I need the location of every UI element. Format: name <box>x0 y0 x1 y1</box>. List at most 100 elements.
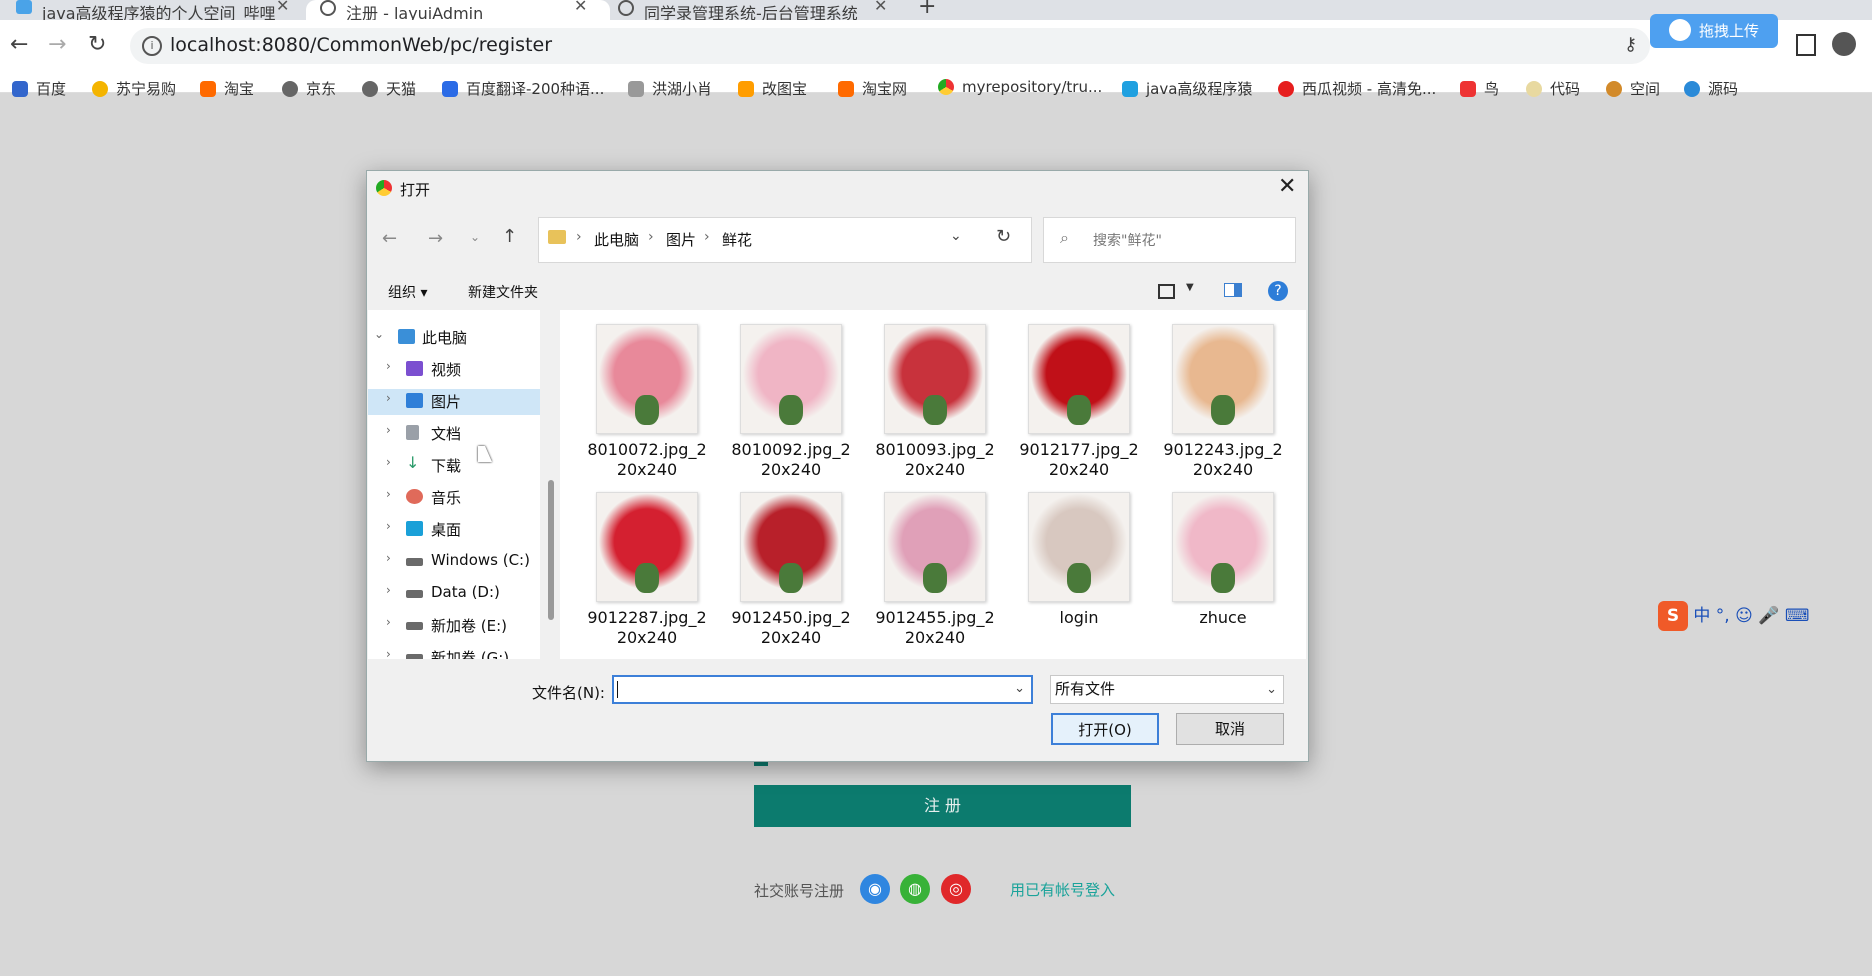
key-icon[interactable]: ⚷ <box>1624 34 1637 55</box>
image-thumbnail <box>884 492 986 602</box>
stem-shape <box>1067 563 1091 593</box>
bookmark-6[interactable]: 洪湖小肖 <box>628 78 712 99</box>
stem-shape <box>1067 395 1091 425</box>
tree-label: 视频 <box>431 361 462 379</box>
tab-1[interactable]: java高级程序猿的个人空间_哔哩 <box>16 0 296 20</box>
bookmark-11[interactable]: 西瓜视频 - 高清免... <box>1278 78 1436 99</box>
file-item[interactable]: 9012243.jpg_220x240 <box>1158 324 1288 484</box>
breadcrumb-item[interactable]: 鲜花 <box>722 229 752 250</box>
file-item[interactable]: 8010093.jpg_220x240 <box>870 324 1000 484</box>
file-item[interactable]: 9012287.jpg_220x240 <box>582 492 712 652</box>
cancel-button[interactable]: 取消 <box>1176 713 1284 745</box>
image-thumbnail <box>884 324 986 434</box>
forward-icon[interactable]: → <box>428 228 443 249</box>
filename-label: 文件名(N): <box>532 684 605 702</box>
chevron-down-icon[interactable]: ⌄ <box>1014 681 1025 696</box>
organize-menu[interactable]: 组织 ▾ <box>388 282 427 302</box>
login-link[interactable]: 用已有帐号登入 <box>1010 879 1115 900</box>
bookmark-2[interactable]: 淘宝 <box>200 78 254 99</box>
qq-icon[interactable]: ◉ <box>860 874 890 904</box>
tree-label: 此电脑 <box>422 329 468 347</box>
image-thumbnail <box>596 492 698 602</box>
search-input[interactable] <box>1043 217 1296 263</box>
view-mode-icon[interactable] <box>1158 284 1175 299</box>
bookmark-8[interactable]: 淘宝网 <box>838 78 907 99</box>
open-button[interactable]: 打开(O) <box>1051 713 1159 745</box>
breadcrumb-item[interactable]: 此电脑 <box>594 229 639 250</box>
chevron-down-icon[interactable]: ⌄ <box>950 228 962 244</box>
register-button[interactable]: 注 册 <box>754 785 1131 827</box>
stem-shape <box>779 395 803 425</box>
tree-item-drive-e[interactable]: › 新加卷 (E:) <box>368 613 540 639</box>
help-icon[interactable]: ? <box>1268 281 1288 301</box>
bookmark-9[interactable]: myrepository/tru... <box>938 78 1102 96</box>
forward-icon[interactable]: → <box>48 32 66 57</box>
new-folder-button[interactable]: 新建文件夹 <box>468 282 538 302</box>
tree-item-drive-c[interactable]: › Windows (C:) <box>368 549 540 575</box>
file-item[interactable]: 9012455.jpg_220x240 <box>870 492 1000 652</box>
drag-upload-button[interactable]: 拖拽上传 <box>1650 14 1778 48</box>
text-caret <box>617 681 618 698</box>
tree-item-documents[interactable]: › 文档 <box>368 421 540 447</box>
bookmark-0[interactable]: 百度 <box>12 78 66 99</box>
up-folder-icon[interactable]: ↑ <box>502 226 517 247</box>
filetype-select[interactable]: 所有文件 ⌄ <box>1050 675 1284 704</box>
tree-item-drive-g[interactable]: › 新加卷 (G:) <box>368 645 540 659</box>
bookmark-14[interactable]: 空间 <box>1606 78 1660 99</box>
tree-item-music[interactable]: › 音乐 <box>368 485 540 511</box>
profile-avatar-icon[interactable] <box>1832 32 1856 56</box>
wechat-icon[interactable]: ◍ <box>900 874 930 904</box>
tab-1-close-icon[interactable]: ✕ <box>276 0 289 15</box>
gaitubao-icon <box>738 81 754 97</box>
chevron-down-icon[interactable]: ▼ <box>1186 282 1194 293</box>
file-item[interactable]: login <box>1014 492 1144 652</box>
reload-icon[interactable]: ↻ <box>88 32 106 57</box>
filename-input[interactable]: ⌄ <box>612 675 1033 704</box>
recent-locations-icon[interactable]: ⌄ <box>470 230 480 244</box>
refresh-icon[interactable]: ↻ <box>996 226 1011 247</box>
tab-2-close-icon[interactable]: ✕ <box>574 0 587 15</box>
tree-scrollbar[interactable] <box>548 480 554 620</box>
back-icon[interactable]: ← <box>10 32 28 57</box>
side-panel-icon[interactable] <box>1796 34 1816 56</box>
bookmark-15[interactable]: 源码 <box>1684 78 1738 99</box>
new-tab-button[interactable]: + <box>918 0 936 19</box>
weibo-icon[interactable]: ◎ <box>941 874 971 904</box>
file-item[interactable]: 9012450.jpg_220x240 <box>726 492 856 652</box>
file-item[interactable]: 8010072.jpg_220x240 <box>582 324 712 484</box>
file-item[interactable]: 8010092.jpg_220x240 <box>726 324 856 484</box>
tab-3[interactable]: 同学录管理系统-后台管理系统 <box>618 0 878 20</box>
bookmark-3[interactable]: 京东 <box>282 78 336 99</box>
dialog-close-icon[interactable]: ✕ <box>1278 174 1296 199</box>
file-item[interactable]: zhuce <box>1158 492 1288 652</box>
source-icon <box>1684 81 1700 97</box>
url-text: localhost:8080/CommonWeb/pc/register <box>170 34 553 56</box>
tree-label: Data (D:) <box>431 583 500 601</box>
tree-item-videos[interactable]: › 视频 <box>368 357 540 383</box>
bookmark-1[interactable]: 苏宁易购 <box>92 78 176 99</box>
tab-2[interactable]: 注册 - layuiAdmin <box>306 0 610 20</box>
chevron-right-icon: › <box>386 391 391 405</box>
tree-item-desktop[interactable]: › 桌面 <box>368 517 540 543</box>
tree-item-pictures[interactable]: › 图片 <box>368 389 540 415</box>
bookmark-4[interactable]: 天猫 <box>362 78 416 99</box>
tab-2-label: 注册 - layuiAdmin <box>346 4 484 20</box>
tree-item-drive-d[interactable]: › Data (D:) <box>368 581 540 607</box>
breadcrumb-item[interactable]: 图片 <box>666 229 696 250</box>
bookmark-5[interactable]: 百度翻译-200种语... <box>442 78 604 99</box>
search-icon: ⌕ <box>1060 228 1069 247</box>
bookmark-13[interactable]: 代码 <box>1526 78 1580 99</box>
file-item[interactable]: 9012177.jpg_220x240 <box>1014 324 1144 484</box>
tree-item-downloads[interactable]: › ↓ 下载 <box>368 453 540 479</box>
chevron-right-icon: › <box>386 583 391 597</box>
bookmark-7[interactable]: 改图宝 <box>738 78 807 99</box>
bookmark-12[interactable]: 鸟 <box>1460 78 1499 99</box>
drive-icon <box>406 558 423 566</box>
tree-item-this-pc[interactable]: ⌄ 此电脑 <box>368 325 540 351</box>
ime-toolbar[interactable]: S 中 °, ☺ 🎤 ⌨ <box>1658 601 1809 637</box>
tab-3-close-icon[interactable]: ✕ <box>874 0 887 15</box>
preview-pane-icon[interactable] <box>1224 283 1242 297</box>
back-icon[interactable]: ← <box>382 228 397 249</box>
bookmark-10[interactable]: java高级程序猿 <box>1122 78 1252 99</box>
info-icon[interactable]: i <box>142 36 162 56</box>
